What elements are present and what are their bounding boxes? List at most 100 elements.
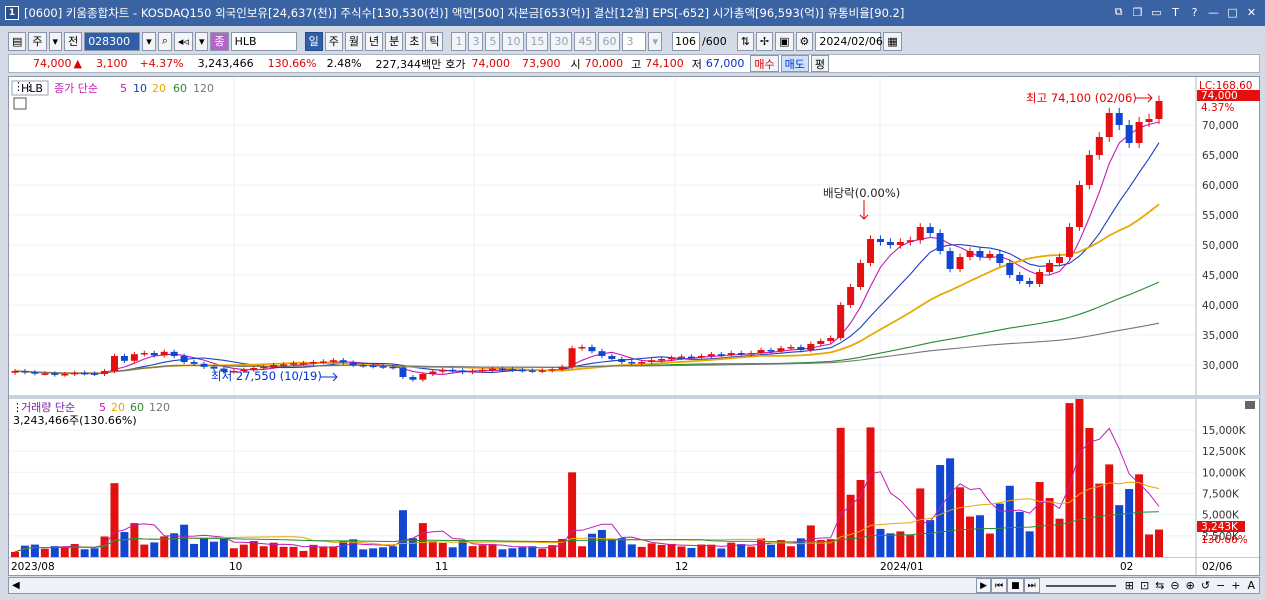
price-y-tick: 40,000: [1202, 300, 1239, 312]
minute-15[interactable]: 15: [526, 31, 549, 51]
candle-body: [51, 373, 59, 375]
period-year[interactable]: 년: [364, 31, 384, 51]
candle-body: [727, 353, 735, 355]
x-label-10: 10: [229, 561, 242, 573]
candle-body: [578, 347, 586, 349]
zoom-in-icon[interactable]: ⊕: [1186, 579, 1195, 592]
volume-bar: [866, 427, 875, 557]
chart-menu-icon[interactable]: ▤: [8, 31, 27, 51]
link-icon[interactable]: ⧉: [1111, 4, 1126, 20]
candle-body: [439, 369, 447, 372]
chart-area[interactable]: 70,000 65,000 60,000 55,000 50,000 45,000 40,0…: [8, 76, 1261, 576]
period-type-dropdown-icon[interactable]: ▾: [48, 31, 63, 51]
window-copy-icon[interactable]: ❐: [1130, 4, 1145, 20]
price-up-arrow: ▲: [73, 57, 82, 70]
maximize-icon[interactable]: □: [1225, 4, 1240, 20]
magnet-icon[interactable]: ⇆: [1155, 579, 1164, 592]
candle-body: [130, 354, 138, 361]
custom-period-input[interactable]: 3: [622, 31, 647, 51]
price-y-tick: 30,000: [1202, 360, 1239, 372]
ask-price: 74,000: [471, 57, 511, 70]
volume-bar: [707, 544, 716, 557]
close-icon[interactable]: ✕: [1244, 4, 1259, 20]
dock-icon[interactable]: ▭: [1149, 4, 1164, 20]
candle-body: [678, 356, 686, 359]
volume-legend-ma120: 120: [149, 401, 170, 414]
volume-bar: [956, 487, 965, 557]
search-icon[interactable]: ⌕: [157, 31, 172, 51]
calendar-icon[interactable]: ▦: [883, 31, 902, 51]
sound-icon[interactable]: ◂◃: [173, 31, 193, 51]
high-annotation: 최고 74,100 (02/06): [1026, 91, 1137, 105]
candle-body: [508, 369, 516, 371]
minute-5[interactable]: 5: [485, 31, 501, 51]
candle-body: [757, 350, 765, 353]
minute-1[interactable]: 1: [451, 31, 467, 51]
stop-icon[interactable]: ■: [1007, 578, 1024, 593]
calc-icon[interactable]: [13, 97, 27, 110]
crosshair-icon[interactable]: ✢: [755, 31, 774, 51]
minute-60[interactable]: 60: [598, 31, 621, 51]
zoom-plus-icon[interactable]: +: [1231, 579, 1240, 592]
volume-bar: [120, 532, 129, 557]
font-size-icon[interactable]: T: [1168, 4, 1183, 20]
volume-bar: [438, 542, 447, 557]
candle-body: [876, 239, 884, 242]
scroll-bar[interactable]: ◀ ▶ ⏮ ■ ⏭ ⊞ ⊡ ⇆ ⊖ ⊕ ↺ − + A: [8, 577, 1260, 594]
custom-period-dropdown-icon[interactable]: ▾: [648, 31, 662, 51]
minute-45[interactable]: 45: [574, 31, 597, 51]
stock-name-field[interactable]: HLB: [230, 31, 297, 51]
settings-icon[interactable]: ⚙: [795, 31, 814, 51]
period-second[interactable]: 초: [405, 31, 424, 51]
candle-body: [41, 373, 49, 375]
rewind-icon[interactable]: ⏮: [990, 578, 1008, 593]
zoom-minus-icon[interactable]: −: [1216, 579, 1225, 592]
candle-body: [1115, 113, 1123, 125]
minute-3[interactable]: 3: [468, 31, 484, 51]
period-week[interactable]: 주: [324, 31, 343, 51]
minimize-icon[interactable]: —: [1206, 4, 1221, 20]
candle-body: [817, 341, 825, 344]
price-pane[interactable]: 70,000 65,000 60,000 55,000 50,000 45,000 40,0…: [9, 77, 1261, 395]
reset-icon[interactable]: ↺: [1201, 579, 1210, 592]
draw-icon[interactable]: ⊡: [1140, 579, 1149, 592]
candle-body: [180, 356, 188, 362]
play-icon[interactable]: ▶: [976, 578, 991, 593]
zoom-slider[interactable]: [1045, 584, 1116, 587]
pane-close-icon[interactable]: [1245, 401, 1255, 409]
zoom-out-icon[interactable]: ⊖: [1170, 579, 1179, 592]
code-dropdown-icon[interactable]: ▾: [142, 31, 156, 51]
sound-dropdown-icon[interactable]: ▾: [194, 31, 209, 51]
candle-body: [1135, 122, 1143, 143]
save-icon[interactable]: ▣: [775, 31, 794, 51]
sell-button[interactable]: 매도: [780, 55, 809, 72]
average-button[interactable]: 평: [810, 55, 830, 72]
dividend-annotation: 배당락(0.00%): [823, 186, 900, 200]
period-type-select[interactable]: 주: [28, 31, 47, 51]
price-legend-name[interactable]: HLB: [21, 82, 43, 95]
minute-30[interactable]: 30: [550, 31, 573, 51]
period-month[interactable]: 월: [344, 31, 363, 51]
scroll-left-icon[interactable]: ◀: [12, 580, 20, 591]
volume-pane[interactable]: 15,000K 12,500K 10,000K 7,500K 5,000K 2,500K …: [9, 362, 1261, 557]
candle-body: [319, 361, 327, 363]
period-minute[interactable]: 분: [385, 31, 404, 51]
volume-bar: [190, 543, 199, 557]
buy-button[interactable]: 매수: [750, 55, 779, 72]
stock-code-input[interactable]: 028300: [84, 31, 141, 51]
date-input[interactable]: 2024/02/06: [815, 31, 883, 51]
forward-icon[interactable]: ⏭: [1023, 578, 1040, 593]
period-day[interactable]: 일: [304, 31, 323, 51]
volume-legend-label[interactable]: 거래량 단순: [21, 401, 75, 414]
volume-bar: [20, 545, 29, 557]
candle-body: [807, 344, 815, 350]
help-icon[interactable]: ?: [1187, 4, 1202, 20]
price-legend-label[interactable]: 종가 단순: [54, 82, 98, 95]
minute-10[interactable]: 10: [502, 31, 525, 51]
font-icon[interactable]: A: [1247, 579, 1255, 592]
prev-button[interactable]: 전: [64, 31, 83, 51]
indicator-icon[interactable]: ⇅: [736, 31, 754, 51]
count-input[interactable]: 106: [672, 31, 700, 51]
period-tick[interactable]: 틱: [425, 31, 444, 51]
view-icon[interactable]: ⊞: [1125, 579, 1134, 592]
